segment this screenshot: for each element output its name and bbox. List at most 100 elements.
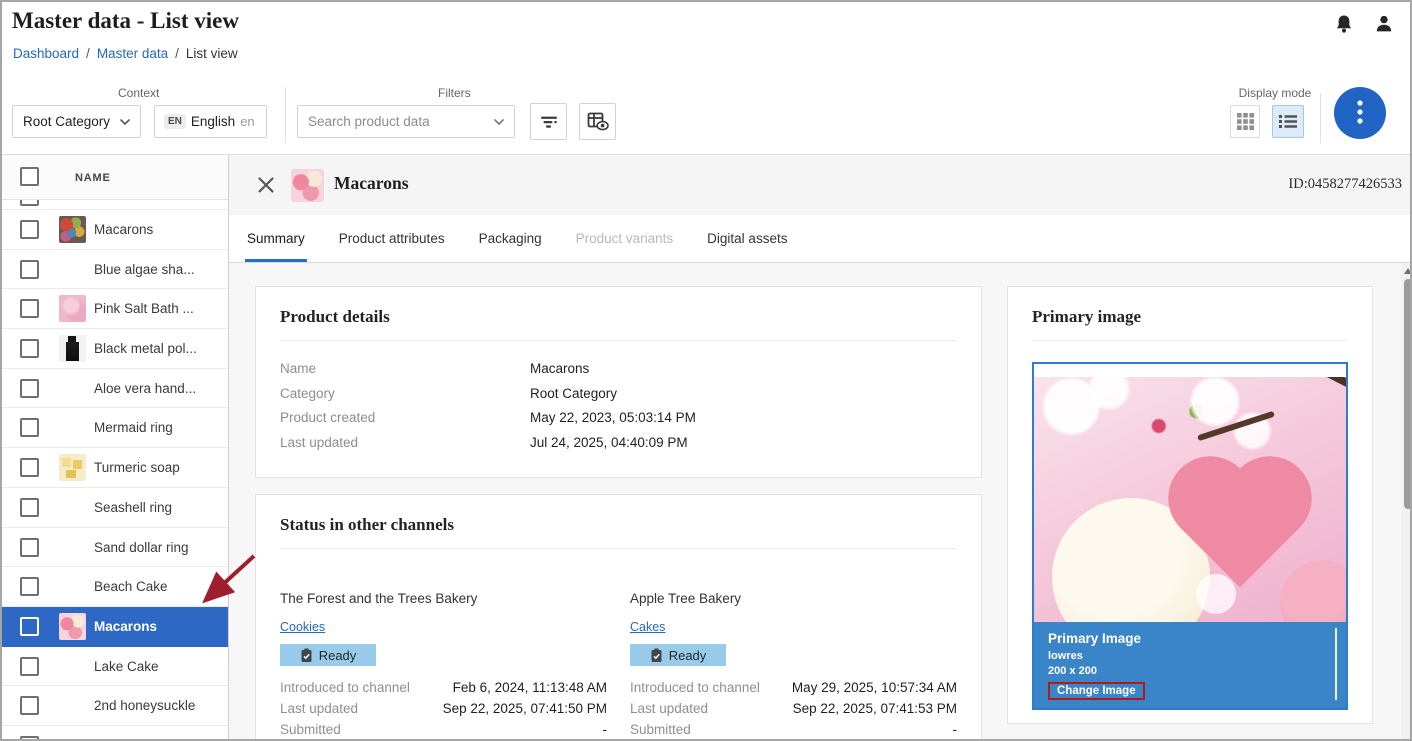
tab-summary[interactable]: Summary <box>247 215 305 262</box>
product-name: Lake Cake <box>94 647 159 687</box>
blossom-branch <box>1197 411 1275 441</box>
row-checkbox[interactable] <box>20 200 39 206</box>
row-checkbox[interactable] <box>20 617 39 636</box>
detail-row-value: May 22, 2023, 05:03:14 PM <box>530 406 696 431</box>
row-checkbox[interactable] <box>20 299 39 318</box>
list-item[interactable]: Seashell ring <box>2 488 228 528</box>
primary-image-card: Primary image Primary <box>1007 286 1373 724</box>
breadcrumb: Dashboard/Master data/List view <box>13 46 238 61</box>
list-item[interactable]: Aloe vera hand... <box>2 369 228 409</box>
channel-detail-row: Last updated Sep 22, 2025, 07:41:50 PM <box>280 699 607 720</box>
table-columns-eye-icon <box>587 112 609 131</box>
list-item[interactable]: Turmeric soap <box>2 448 228 488</box>
column-settings-button[interactable] <box>579 103 616 140</box>
detail-row: Category Root Category <box>280 382 957 407</box>
detail-row: Product created May 22, 2023, 05:03:14 P… <box>280 406 957 431</box>
product-title: Macarons <box>334 173 409 194</box>
channel-row-value: Feb 6, 2024, 11:13:48 AM <box>453 678 607 699</box>
channel-row-label: Last updated <box>280 699 358 720</box>
tab-packaging[interactable]: Packaging <box>479 215 542 262</box>
channel-row-label: Submitted <box>630 720 691 741</box>
list-item[interactable]: 2nd honeysuckle <box>2 686 228 726</box>
product-thumbnail <box>59 375 86 402</box>
list-item[interactable]: Beach Cake <box>2 567 228 607</box>
row-checkbox[interactable] <box>20 498 39 517</box>
list-view-icon <box>1279 114 1297 129</box>
list-item[interactable]: Black metal pol... <box>2 329 228 369</box>
status-badge: Ready <box>280 644 376 666</box>
scrollbar-up-arrow[interactable] <box>1404 268 1412 274</box>
channel-category-link[interactable]: Cookies <box>280 620 325 634</box>
language-dropdown[interactable]: EN English en <box>154 105 267 138</box>
row-checkbox[interactable] <box>20 736 39 741</box>
category-dropdown[interactable]: Root Category <box>12 105 141 138</box>
scrollbar-thumb[interactable] <box>1404 279 1412 509</box>
product-name: Mermaid ring <box>94 408 173 448</box>
list-item[interactable]: Blue algae sha... <box>2 250 228 290</box>
list-item[interactable]: Sand dollar ring <box>2 528 228 568</box>
product-name: Macarons <box>94 607 157 647</box>
row-checkbox[interactable] <box>20 339 39 358</box>
list-item[interactable]: Mermaid ring <box>2 408 228 448</box>
close-icon[interactable] <box>257 176 275 194</box>
row-checkbox[interactable] <box>20 220 39 239</box>
row-checkbox[interactable] <box>20 657 39 676</box>
notifications-bell-icon[interactable] <box>1332 12 1356 36</box>
product-name: 2nd honeysuckle <box>94 686 195 726</box>
grid-view-button[interactable] <box>1230 105 1260 138</box>
search-input[interactable] <box>308 114 488 129</box>
tab-product-attributes[interactable]: Product attributes <box>339 215 445 262</box>
product-search[interactable] <box>297 105 515 138</box>
product-thumbnail <box>59 256 86 283</box>
channel-category-link[interactable]: Cakes <box>630 620 665 634</box>
product-name: Black metal pol... <box>94 329 197 369</box>
list-item[interactable]: Macarons <box>2 210 228 250</box>
row-checkbox[interactable] <box>20 577 39 596</box>
product-name: Pink Salt Bath ... <box>94 289 194 329</box>
detail-row-value: Macarons <box>530 357 589 382</box>
image-name: Primary Image <box>1048 631 1332 646</box>
row-checkbox[interactable] <box>20 418 39 437</box>
filter-button[interactable] <box>530 103 567 140</box>
chevron-down-icon <box>120 119 130 125</box>
vertical-scrollbar[interactable] <box>1401 263 1412 741</box>
breadcrumb-item[interactable]: Dashboard <box>13 46 79 61</box>
select-all-checkbox[interactable] <box>20 167 39 186</box>
row-checkbox[interactable] <box>20 538 39 557</box>
product-name: Sand dollar ring <box>94 528 189 568</box>
clipboard-check-icon <box>300 648 313 663</box>
change-image-button[interactable]: Change Image <box>1048 682 1145 700</box>
list-view-button[interactable] <box>1272 105 1304 138</box>
product-name: Beach Cake <box>94 567 168 607</box>
row-checkbox[interactable] <box>20 260 39 279</box>
grid-view-icon <box>1237 113 1254 130</box>
tab-digital-assets[interactable]: Digital assets <box>707 215 787 262</box>
product-detail-panel: Macarons ID:0458277426533 SummaryProduct… <box>229 155 1412 741</box>
channel-detail-row: Introduced to channel May 29, 2025, 10:5… <box>630 678 957 699</box>
language-code: en <box>240 114 254 129</box>
card-title: Status in other channels <box>280 515 957 535</box>
channel-detail-row: Submitted - <box>630 720 957 741</box>
row-checkbox[interactable] <box>20 696 39 715</box>
display-mode-label: Display mode <box>1230 86 1320 100</box>
card-title: Primary image <box>1032 307 1348 327</box>
detail-tabs: SummaryProduct attributesPackagingProduc… <box>229 215 1412 263</box>
product-thumbnail <box>59 692 86 719</box>
product-thumbnail <box>59 573 86 600</box>
list-item[interactable]: Pink Salt Bath ... <box>2 289 228 329</box>
row-checkbox[interactable] <box>20 379 39 398</box>
breadcrumb-item[interactable]: Master data <box>97 46 168 61</box>
detail-row-label: Last updated <box>280 431 530 456</box>
list-item[interactable]: Macarons <box>2 607 228 647</box>
list-item[interactable]: Lake Cake <box>2 647 228 687</box>
user-profile-icon[interactable] <box>1372 12 1396 36</box>
breadcrumb-separator: / <box>86 46 90 61</box>
row-checkbox[interactable] <box>20 458 39 477</box>
language-name: English <box>191 114 235 129</box>
more-actions-button[interactable] <box>1334 87 1386 139</box>
primary-image-tile[interactable]: Primary Image lowres 200 x 200 Change Im… <box>1032 362 1348 710</box>
filters-label: Filters <box>438 86 471 100</box>
list-item-partial[interactable] <box>2 726 228 741</box>
list-item-partial[interactable] <box>2 200 228 210</box>
channel-detail-row: Last updated Sep 22, 2025, 07:41:53 PM <box>630 699 957 720</box>
